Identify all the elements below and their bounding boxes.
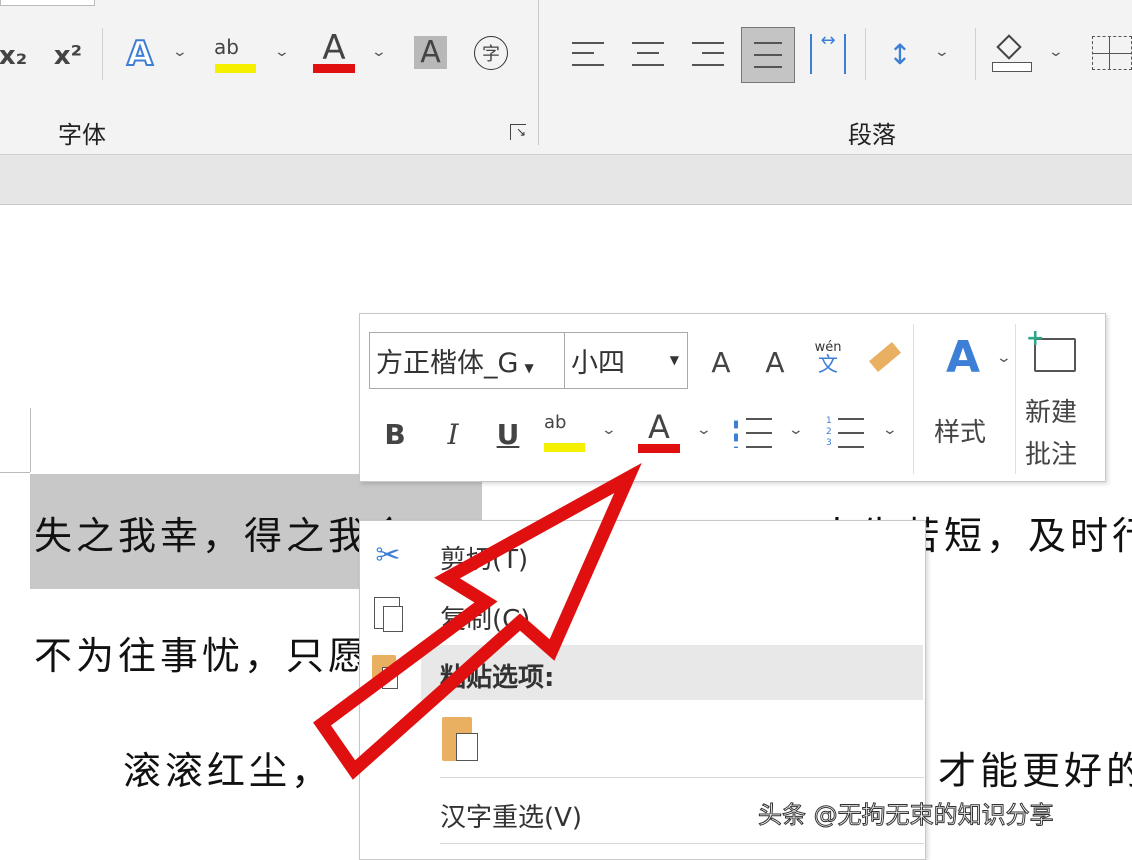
red-arrow-annotation	[0, 0, 1132, 850]
arrow-outline	[322, 478, 628, 770]
watermark: 头条 @无拘无束的知识分享	[758, 795, 1054, 830]
